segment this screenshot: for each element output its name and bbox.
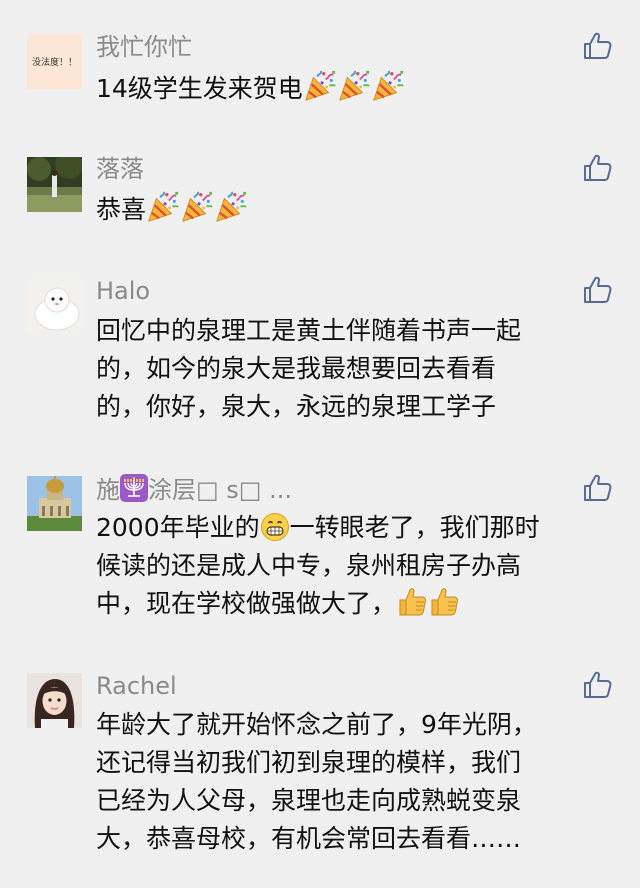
avatar-image [27, 476, 82, 531]
grinning-face-icon [260, 512, 290, 542]
comment-item: Rachel 年龄大了就开始怀念之前了，9年光阴， 还记得当初我们初到泉理的模样… [0, 660, 640, 888]
party-popper-icon [180, 190, 214, 224]
menorah-icon [120, 474, 148, 502]
comment-item: 没法度！！ 我忙你忙 14级学生发来贺电 [0, 0, 640, 135]
like-icon[interactable] [583, 31, 613, 61]
party-popper-icon [371, 69, 405, 103]
comment-text: 回忆中的泉理工是黄土伴随着书声一起 的，如今的泉大是我最想要回去看看 的，你好，… [96, 312, 596, 426]
comment-text: 恭喜 [96, 190, 596, 229]
comment-text-line: 年龄大了就开始怀念之前了，9年光阴， [96, 710, 537, 739]
avatar-label: 没法度！！ [31, 58, 77, 68]
author-name-end: 涂层□ s□ ... [148, 476, 292, 504]
avatar-image [27, 157, 82, 212]
comment-text: 年龄大了就开始怀念之前了，9年光阴， 还记得当初我们初到泉理的模样，我们 已经为… [96, 706, 596, 858]
comment-author[interactable]: 落落 [96, 154, 144, 184]
like-icon[interactable] [583, 153, 613, 183]
party-popper-icon [214, 190, 248, 224]
comment-text-line: 候读的还是成人中专，泉州租房子办高 [96, 551, 522, 580]
comment-text-line: 大，恭喜母校，有机会常回去看看…… [96, 824, 522, 853]
comment-text-segment: 中，现在学校做强做大了， [96, 589, 397, 618]
comment-author[interactable]: Halo [96, 276, 150, 306]
comment-text-line: 中，现在学校做强做大了， [96, 585, 596, 623]
comment-text-line: 还记得当初我们初到泉理的模样，我们 [96, 748, 522, 777]
comment-text-line: 2000年毕业的 一转眼老了，我们那时 [96, 509, 596, 547]
avatar[interactable] [27, 278, 82, 333]
avatar-image [27, 673, 82, 728]
comment-author[interactable]: 施涂层□ s□ ... [96, 474, 292, 504]
thumbs-up-icon [396, 586, 428, 618]
like-icon[interactable] [583, 275, 613, 305]
avatar[interactable] [27, 157, 82, 212]
comment-text-line: 回忆中的泉理工是黄土伴随着书声一起 [96, 316, 522, 345]
comment-text-line: 的，如今的泉大是我最想要回去看看 [96, 354, 497, 383]
party-popper-icon [303, 69, 337, 103]
avatar[interactable] [27, 476, 82, 531]
comment-text-line: 的，你好，泉大，永远的泉理工学子 [96, 392, 497, 421]
comment-text: 2000年毕业的 一转眼老了，我们那时 候读的还是成人中专，泉州租房子办高 中，现… [96, 509, 596, 623]
comment-item: 施涂层□ s□ ... 2000年毕业的 一转眼老了，我们那时 候读的还是成人中专… [0, 460, 640, 660]
like-icon[interactable] [583, 670, 613, 700]
comment-author[interactable]: 我忙你忙 [96, 32, 192, 62]
comment-text-segment: 一转眼老了，我们那时 [289, 513, 540, 542]
party-popper-icon [337, 69, 371, 103]
comment-author[interactable]: Rachel [96, 671, 177, 701]
comment-text-content: 恭喜 [96, 195, 147, 224]
avatar[interactable] [27, 673, 82, 728]
avatar-image [27, 278, 82, 333]
comment-item: 落落 恭喜 [0, 135, 640, 260]
thumbs-up-icon [428, 586, 460, 618]
like-icon[interactable] [583, 473, 613, 503]
comment-text-content: 14级学生发来贺电 [96, 74, 303, 103]
author-name-start: 施 [96, 476, 120, 504]
comment-item: Halo 回忆中的泉理工是黄土伴随着书声一起 的，如今的泉大是我最想要回去看看 … [0, 260, 640, 460]
party-popper-icon [146, 190, 180, 224]
comment-text-line: 已经为人父母，泉理也走向成熟蜕变泉 [96, 786, 522, 815]
comment-text-segment: 2000年毕业的 [96, 513, 260, 542]
comment-text: 14级学生发来贺电 [96, 69, 596, 108]
avatar[interactable]: 没法度！！ [27, 34, 82, 89]
